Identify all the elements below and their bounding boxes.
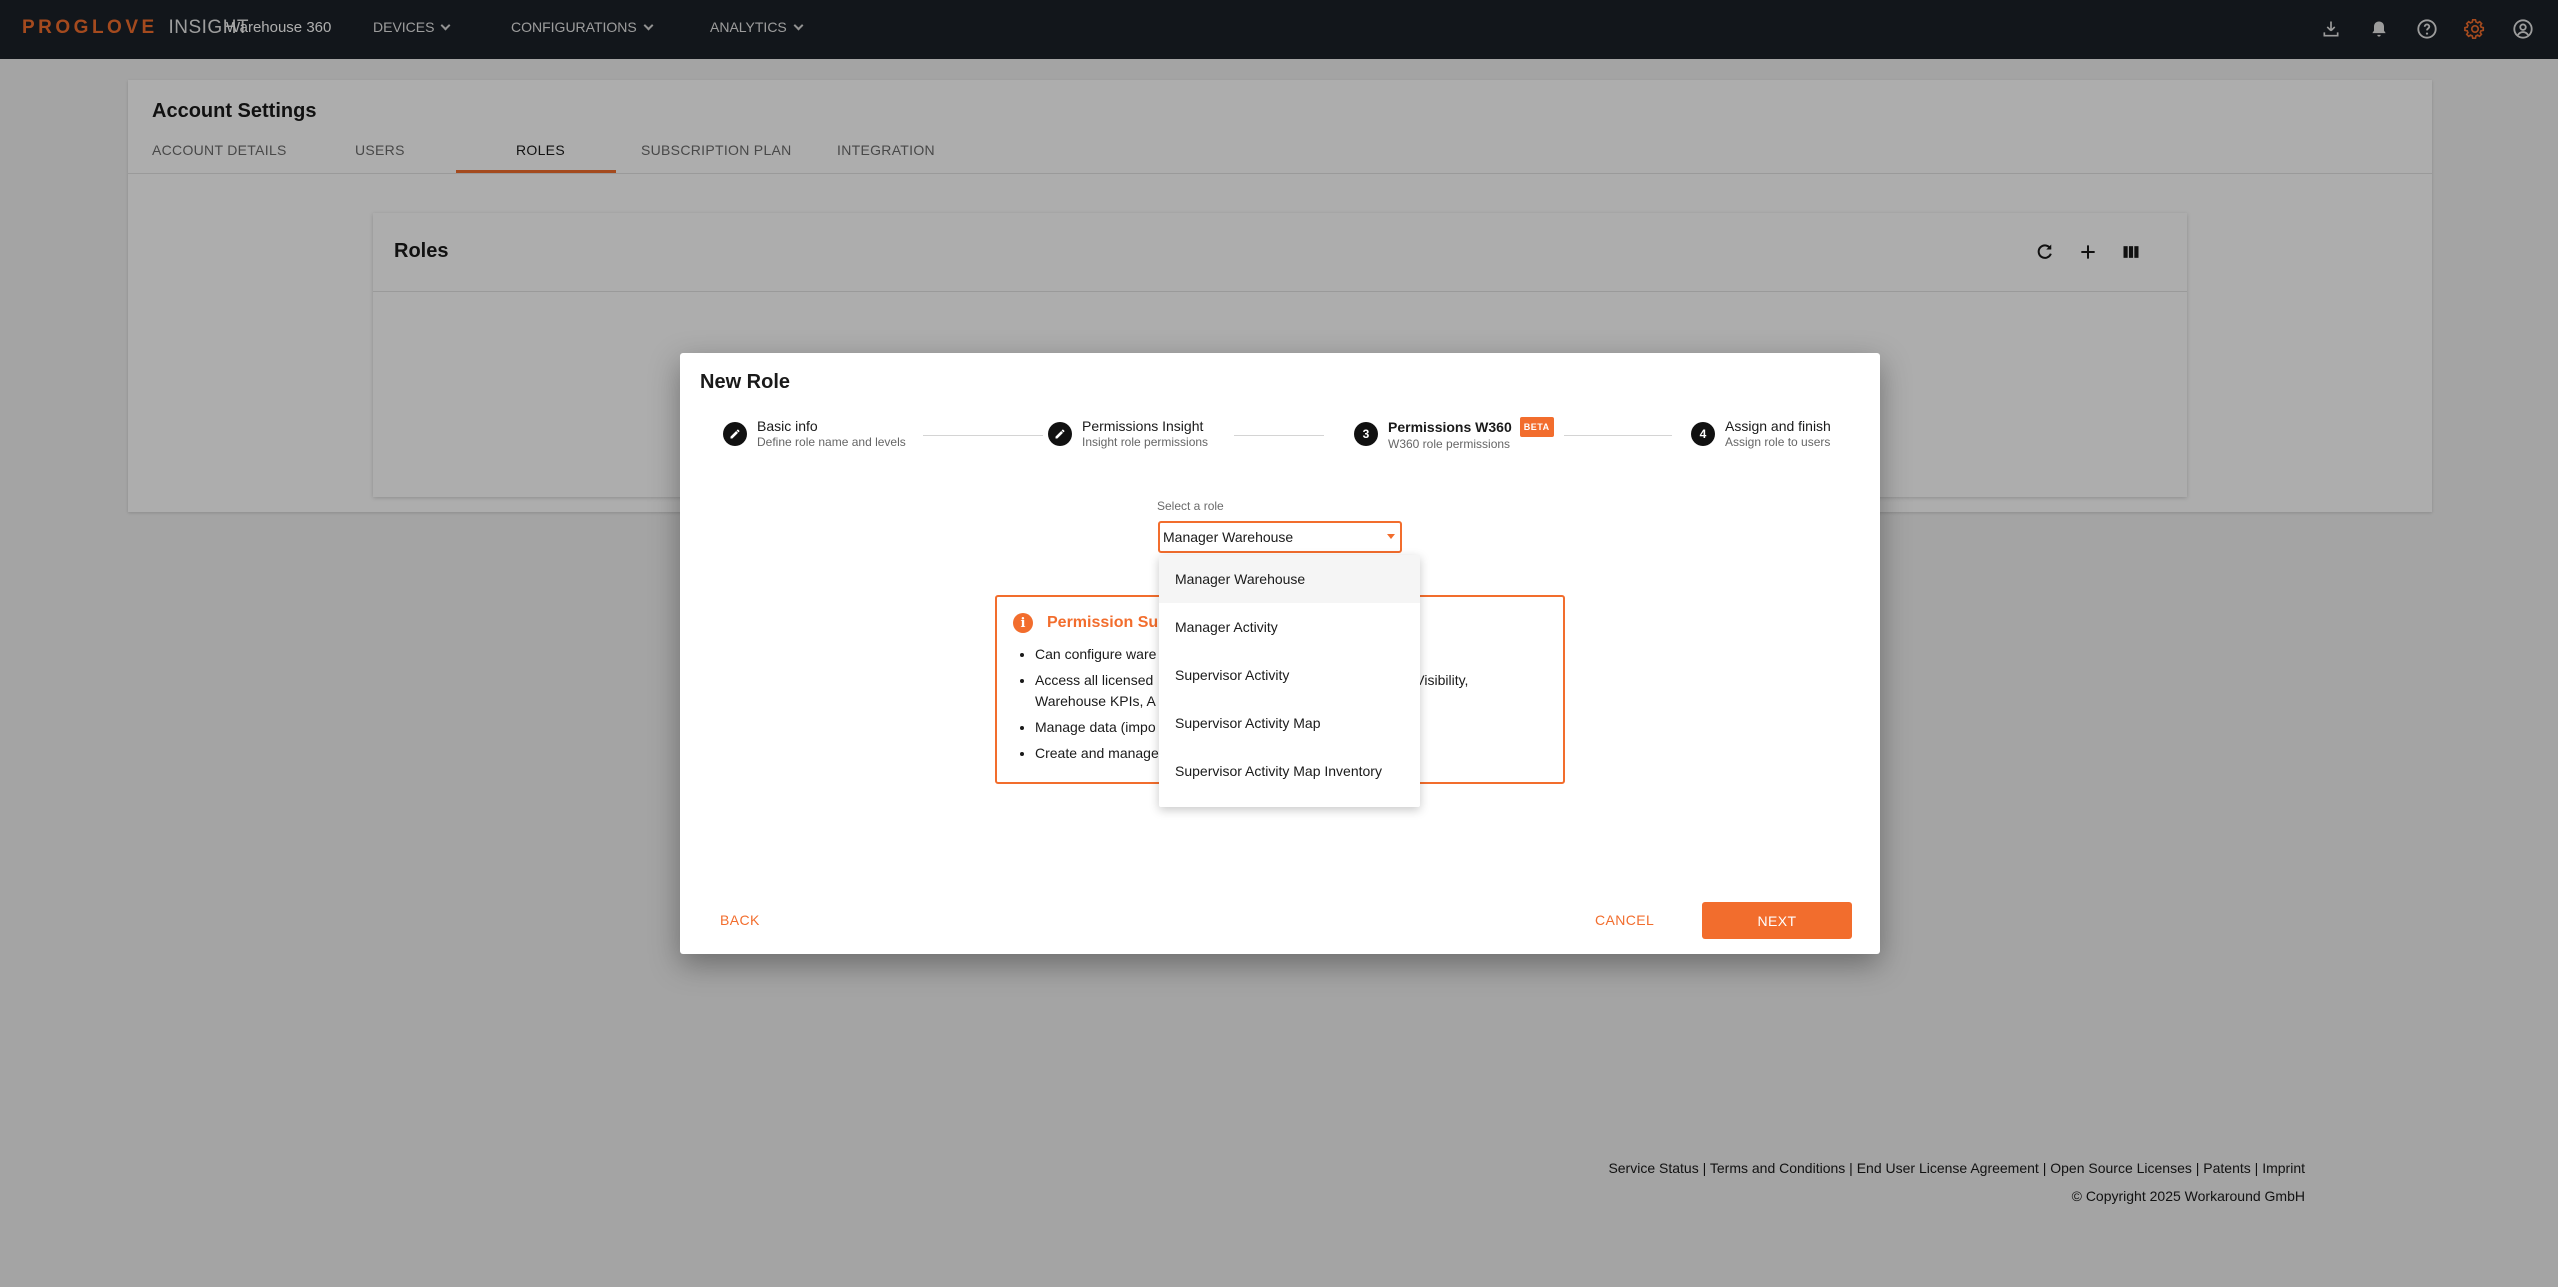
step-assign-and-finish[interactable]: 4 Assign and finish Assign role to users (1691, 417, 1831, 450)
summary-item-text: Visibility, (1415, 672, 1469, 688)
pencil-icon (723, 422, 747, 446)
role-options-menu: Manager Warehouse Manager Activity Super… (1159, 555, 1420, 807)
step-subtitle: Insight role permissions (1082, 435, 1209, 449)
step-number: 4 (1691, 422, 1715, 446)
option-supervisor-activity-map[interactable]: Supervisor Activity Map (1159, 699, 1420, 747)
step-permissions-w360[interactable]: 3 Permissions W360 BETA W360 role permiss… (1354, 417, 1554, 452)
dropdown-arrow-icon (1387, 534, 1395, 539)
option-manager-activity[interactable]: Manager Activity (1159, 603, 1420, 651)
dialog-title: New Role (700, 371, 791, 393)
pencil-icon (1048, 422, 1072, 446)
step-number: 3 (1354, 422, 1378, 446)
step-basic-info[interactable]: Basic info Define role name and levels (723, 417, 906, 450)
summary-item-text: Manage data (impo (1035, 719, 1156, 735)
step-subtitle: W360 role permissions (1388, 437, 1511, 451)
summary-item-text: Access all licensed (1035, 672, 1154, 688)
step-subtitle: Define role name and levels (757, 435, 906, 449)
step-permissions-insight[interactable]: Permissions Insight Insight role permiss… (1048, 417, 1208, 450)
step-connector (1564, 435, 1672, 436)
step-subtitle: Assign role to users (1725, 435, 1831, 449)
summary-item-text: Can configure ware (1035, 646, 1157, 662)
role-select[interactable]: Manager Warehouse (1158, 521, 1402, 553)
step-connector (1234, 435, 1324, 436)
role-select-value: Manager Warehouse (1163, 529, 1294, 545)
option-supervisor-activity-map-inventory[interactable]: Supervisor Activity Map Inventory (1159, 747, 1420, 795)
summary-item-text: Warehouse KPIs, A (1035, 693, 1156, 709)
summary-item-text: Create and manage (1035, 745, 1159, 761)
option-manager-warehouse[interactable]: Manager Warehouse (1159, 555, 1420, 603)
step-title: Permissions W360 BETA (1388, 417, 1554, 437)
step-title: Assign and finish (1725, 418, 1831, 434)
new-role-dialog: New Role Basic info Define role name and… (680, 353, 1880, 954)
step-connector (923, 435, 1043, 436)
step-title: Basic info (757, 418, 818, 434)
info-icon: i (1013, 613, 1033, 633)
option-supervisor-activity[interactable]: Supervisor Activity (1159, 651, 1420, 699)
step-title: Permissions Insight (1082, 418, 1204, 434)
summary-title: Permission Su (1047, 614, 1159, 631)
next-button[interactable]: NEXT (1702, 902, 1852, 939)
back-button[interactable]: BACK (720, 912, 760, 928)
select-role-label: Select a role (1157, 499, 1224, 513)
step-title-text: Permissions W360 (1388, 419, 1512, 435)
beta-badge: BETA (1519, 417, 1554, 437)
cancel-button[interactable]: CANCEL (1595, 912, 1654, 928)
